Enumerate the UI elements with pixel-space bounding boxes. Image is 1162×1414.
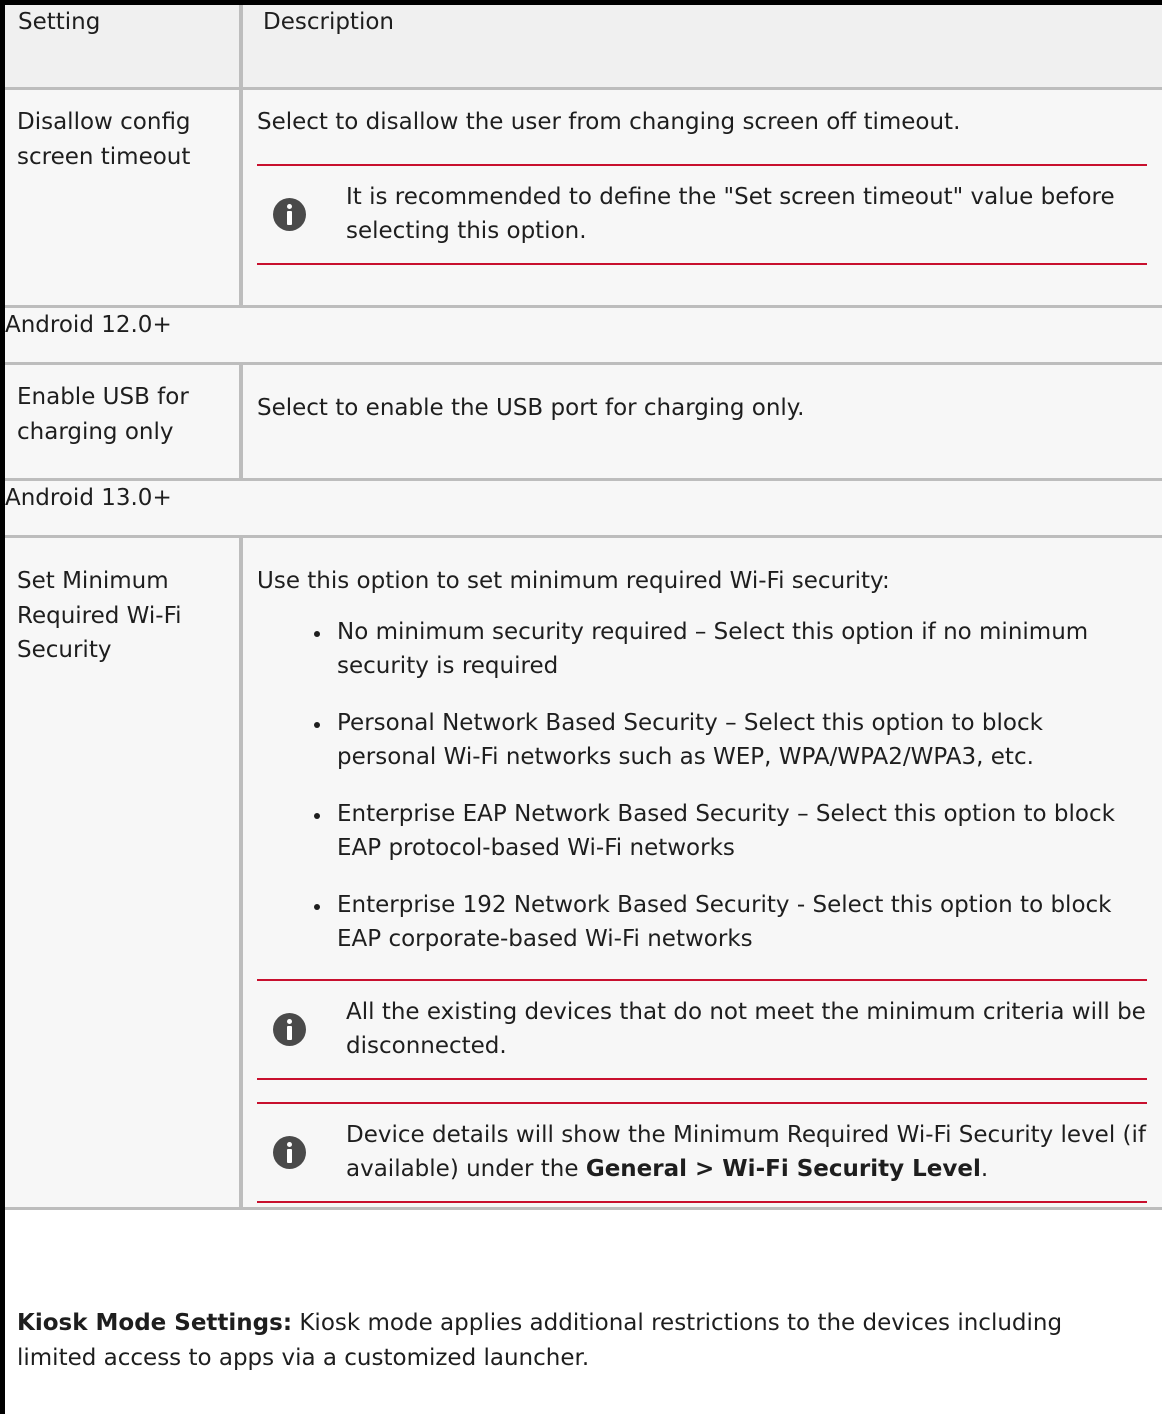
list-item: Enterprise 192 Network Based Security - … [314,888,1147,957]
note-box: Device details will show the Minimum Req… [257,1101,1147,1203]
info-icon [273,197,306,231]
note-text-suffix: . [980,1156,989,1182]
option-list: No minimum security required – Select th… [257,615,1147,957]
note-text: It is recommended to define the "Set scr… [346,183,1115,245]
note-box: It is recommended to define the "Set scr… [257,163,1147,265]
group-heading: Android 13.0+ [5,479,1162,538]
setting-description: Select to enable the USB port for chargi… [241,363,1162,480]
table-row: Disallow config screen timeout Select to… [5,88,1162,307]
settings-table: Setting Description Disallow config scre… [5,5,1162,1210]
setting-description: Select to disallow the user from changin… [257,109,961,135]
note-path: General > Wi-Fi Security Level [585,1156,981,1182]
kiosk-mode-label: Kiosk Mode Settings: [17,1310,293,1336]
header-description: Description [241,5,1162,90]
table-header-row: Setting Description [5,5,1162,90]
setting-name: Set Minimum Required Wi-Fi Security [5,536,243,1208]
kiosk-mode-paragraph: Kiosk Mode Settings: Kiosk mode applies … [17,1306,1137,1375]
table-row: Enable USB for charging only Select to e… [5,363,1162,480]
setting-description-cell: Use this option to set minimum required … [241,536,1162,1208]
setting-description-cell: Select to disallow the user from changin… [241,88,1162,307]
setting-name: Disallow config screen timeout [5,88,243,307]
setting-description: Use this option to set minimum required … [257,568,890,594]
note-text: Device details will show the Minimum Req… [346,1118,1147,1187]
note-box: All the existing devices that do not mee… [257,978,1147,1080]
note-text: All the existing devices that do not mee… [346,998,1146,1060]
setting-name: Enable USB for charging only [5,363,243,480]
group-row: Android 13.0+ [5,479,1162,538]
list-item: No minimum security required – Select th… [314,615,1147,684]
info-icon [273,1012,306,1046]
group-row: Android 12.0+ [5,306,1162,365]
header-setting: Setting [5,5,243,90]
list-item: Personal Network Based Security – Select… [314,706,1147,775]
info-icon [273,1135,306,1169]
group-heading: Android 12.0+ [5,306,1162,365]
list-item: Enterprise EAP Network Based Security – … [314,797,1147,866]
table-row: Set Minimum Required Wi-Fi Security Use … [5,536,1162,1208]
